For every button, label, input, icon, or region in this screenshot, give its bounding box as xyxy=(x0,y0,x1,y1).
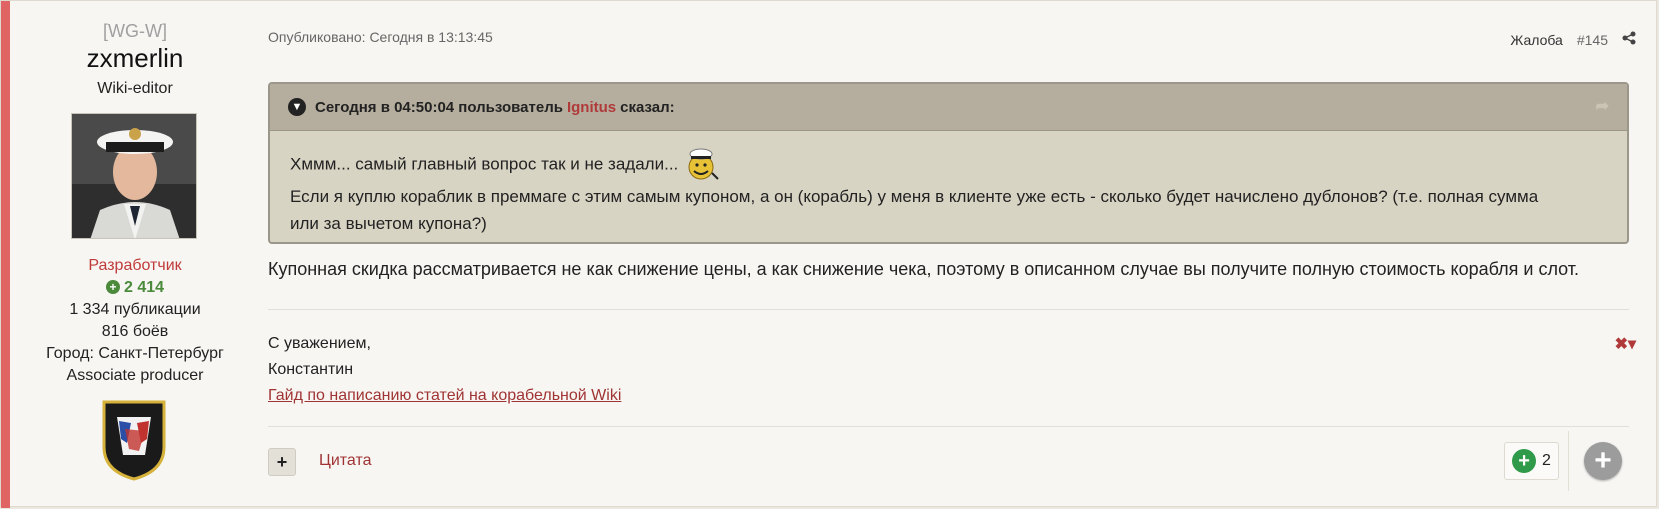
report-link[interactable]: Жалоба xyxy=(1510,32,1562,48)
quote-line-3: или за вычетом купона?) xyxy=(290,214,487,233)
add-reaction-button[interactable]: + xyxy=(1584,442,1622,480)
divider xyxy=(268,309,1629,310)
multiquote-button[interactable]: + xyxy=(268,448,296,476)
post-accent-bar xyxy=(1,1,10,508)
author-clan-tag[interactable]: [WG-W] xyxy=(15,21,255,42)
forum-post: [WG-W] zxmerlin Wiki-editor Разработчик … xyxy=(0,0,1657,508)
signature-line-2: Константин xyxy=(268,361,354,378)
quote-header-suffix: сказал: xyxy=(620,98,675,116)
quote-line-1: Хммм... самый главный вопрос так и не за… xyxy=(290,147,1607,183)
quote-header: ▼ Сегодня в 04:50:04 пользователь Ignitu… xyxy=(270,84,1627,131)
author-post-count: 1 334 публикации xyxy=(69,301,201,318)
post-date: Опубликовано: Сегодня в 13:13:45 xyxy=(268,29,493,45)
reaction-counter[interactable]: + 2 xyxy=(1504,442,1559,480)
chevron-down-icon[interactable]: ▼ xyxy=(288,98,306,116)
post-number[interactable]: #145 xyxy=(1577,32,1608,48)
divider xyxy=(1568,431,1569,491)
reaction-count: 2 xyxy=(1542,452,1551,469)
post-tools: Жалоба #145 xyxy=(1510,31,1636,48)
plus-icon: + xyxy=(105,280,120,294)
signature: С уважением, Константин Гайд по написани… xyxy=(268,331,621,409)
post-body: Купонная скидка рассматривается не как с… xyxy=(268,259,1580,279)
author-position: Associate producer xyxy=(66,367,204,384)
clan-emblem xyxy=(101,399,167,481)
reputation: +2 414 xyxy=(15,279,255,297)
author-title: Wiki-editor xyxy=(97,80,173,97)
author-name[interactable]: zxmerlin xyxy=(15,43,255,74)
emoticon-icon xyxy=(684,147,720,183)
reply-share-icon[interactable]: ➦ xyxy=(1596,96,1609,116)
quote-author-link[interactable]: Ignitus xyxy=(567,99,616,116)
divider xyxy=(268,426,1629,427)
signature-link[interactable]: Гайд по написанию статей на корабельной … xyxy=(268,387,621,404)
author-battles: 816 боёв xyxy=(101,323,169,340)
avatar[interactable] xyxy=(71,113,197,239)
author-city: Город: Санкт-Петербург xyxy=(46,345,224,362)
quote-header-prefix: Сегодня в 04:50:04 пользователь xyxy=(315,98,563,116)
author-role: Разработчик xyxy=(88,257,182,274)
quote-line-2: Если я куплю кораблик в преммаге с этим … xyxy=(290,187,1539,206)
quote-body: Хммм... самый главный вопрос так и не за… xyxy=(270,131,1627,237)
quote-button[interactable]: Цитата xyxy=(319,452,372,470)
signature-line-1: С уважением, xyxy=(268,335,371,352)
reaction-plus-icon: + xyxy=(1512,449,1537,473)
close-icon[interactable]: ✖▾ xyxy=(1615,334,1636,354)
quote-block: ▼ Сегодня в 04:50:04 пользователь Ignitu… xyxy=(268,82,1629,244)
reputation-value: 2 414 xyxy=(123,279,165,296)
share-icon[interactable] xyxy=(1622,31,1636,48)
quote-text-1: Хммм... самый главный вопрос так и не за… xyxy=(290,154,679,174)
